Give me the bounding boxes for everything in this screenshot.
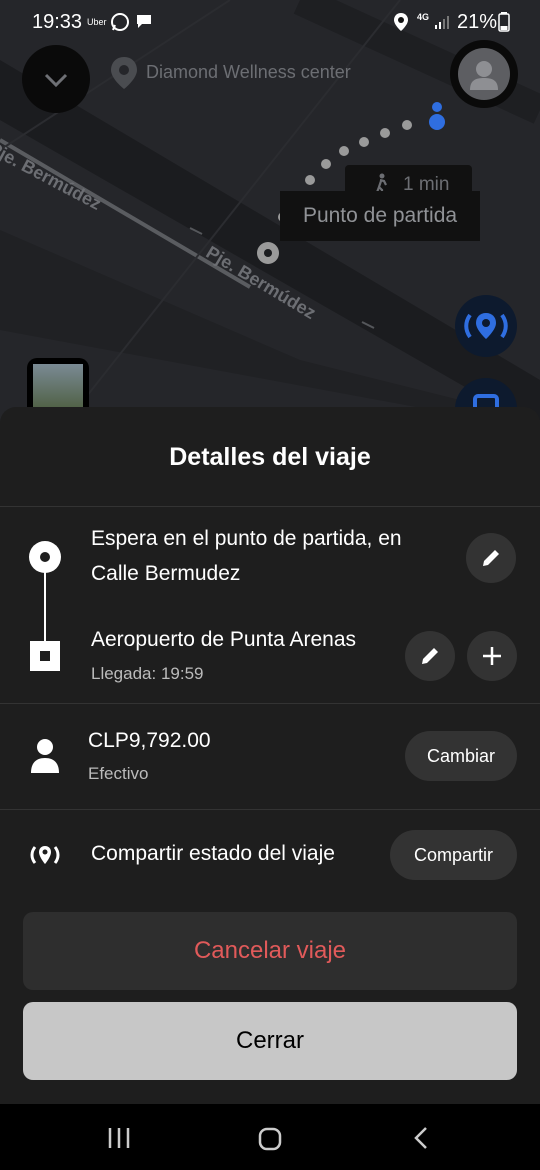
pickup-address-line2: Calle Bermudez	[91, 562, 241, 585]
whatsapp-icon	[111, 13, 129, 31]
status-bar: 19:33 Uber 4G 21%	[0, 0, 540, 44]
safety-button[interactable]	[455, 295, 517, 357]
rider-icon	[31, 739, 59, 773]
battery-icon	[498, 12, 510, 32]
recent-apps-icon[interactable]	[107, 1126, 131, 1150]
trip-price: CLP9,792.00	[88, 729, 211, 752]
pickup-address-line1: Espera en el punto de partida, en	[91, 527, 402, 550]
home-icon[interactable]	[257, 1126, 283, 1152]
battery-percent: 21%	[457, 11, 498, 33]
change-payment-button[interactable]: Cambiar	[405, 731, 517, 781]
divider	[0, 506, 540, 507]
system-navigation-bar	[0, 1104, 540, 1170]
pencil-icon	[422, 648, 438, 664]
place-label: Diamond Wellness center	[146, 62, 351, 82]
pencil-icon	[483, 550, 499, 566]
back-icon[interactable]	[410, 1126, 434, 1150]
share-trip-text: Compartir estado del viaje	[91, 842, 335, 865]
close-button[interactable]: Cerrar	[23, 1002, 517, 1080]
user-icon	[470, 61, 498, 90]
divider	[0, 703, 540, 704]
add-stop-button[interactable]	[467, 631, 517, 681]
share-button[interactable]: Compartir	[390, 830, 517, 880]
arrival-time: Llegada: 19:59	[91, 664, 204, 683]
pickup-tooltip: Punto de partida	[280, 191, 480, 241]
edit-pickup-button[interactable]	[466, 533, 516, 583]
chevron-down-icon	[44, 73, 68, 88]
status-time: 19:33	[32, 11, 83, 33]
cancel-trip-button[interactable]: Cancelar viaje	[23, 912, 517, 990]
collapse-button[interactable]	[22, 45, 90, 113]
chat-icon	[137, 15, 151, 28]
plus-icon	[483, 647, 501, 665]
share-location-icon	[30, 846, 60, 864]
place-pin-icon	[111, 57, 137, 89]
safety-pin-icon	[464, 313, 508, 339]
network-type: 4G	[417, 12, 430, 22]
signal-icon	[435, 16, 449, 29]
profile-button[interactable]	[450, 40, 518, 108]
avatar	[458, 48, 510, 100]
uber-notification-icon: Uber	[87, 17, 107, 27]
destination-address: Aeropuerto de Punta Arenas	[91, 628, 357, 651]
map-view[interactable]: Pje. Bermúdez Pje. Bermúdez Diamond Well…	[0, 0, 540, 430]
divider	[0, 809, 540, 810]
location-icon	[394, 13, 408, 31]
edit-destination-button[interactable]	[405, 631, 455, 681]
route-line	[29, 541, 61, 671]
sheet-title: Detalles del viaje	[169, 443, 371, 471]
payment-method: Efectivo	[88, 764, 149, 783]
